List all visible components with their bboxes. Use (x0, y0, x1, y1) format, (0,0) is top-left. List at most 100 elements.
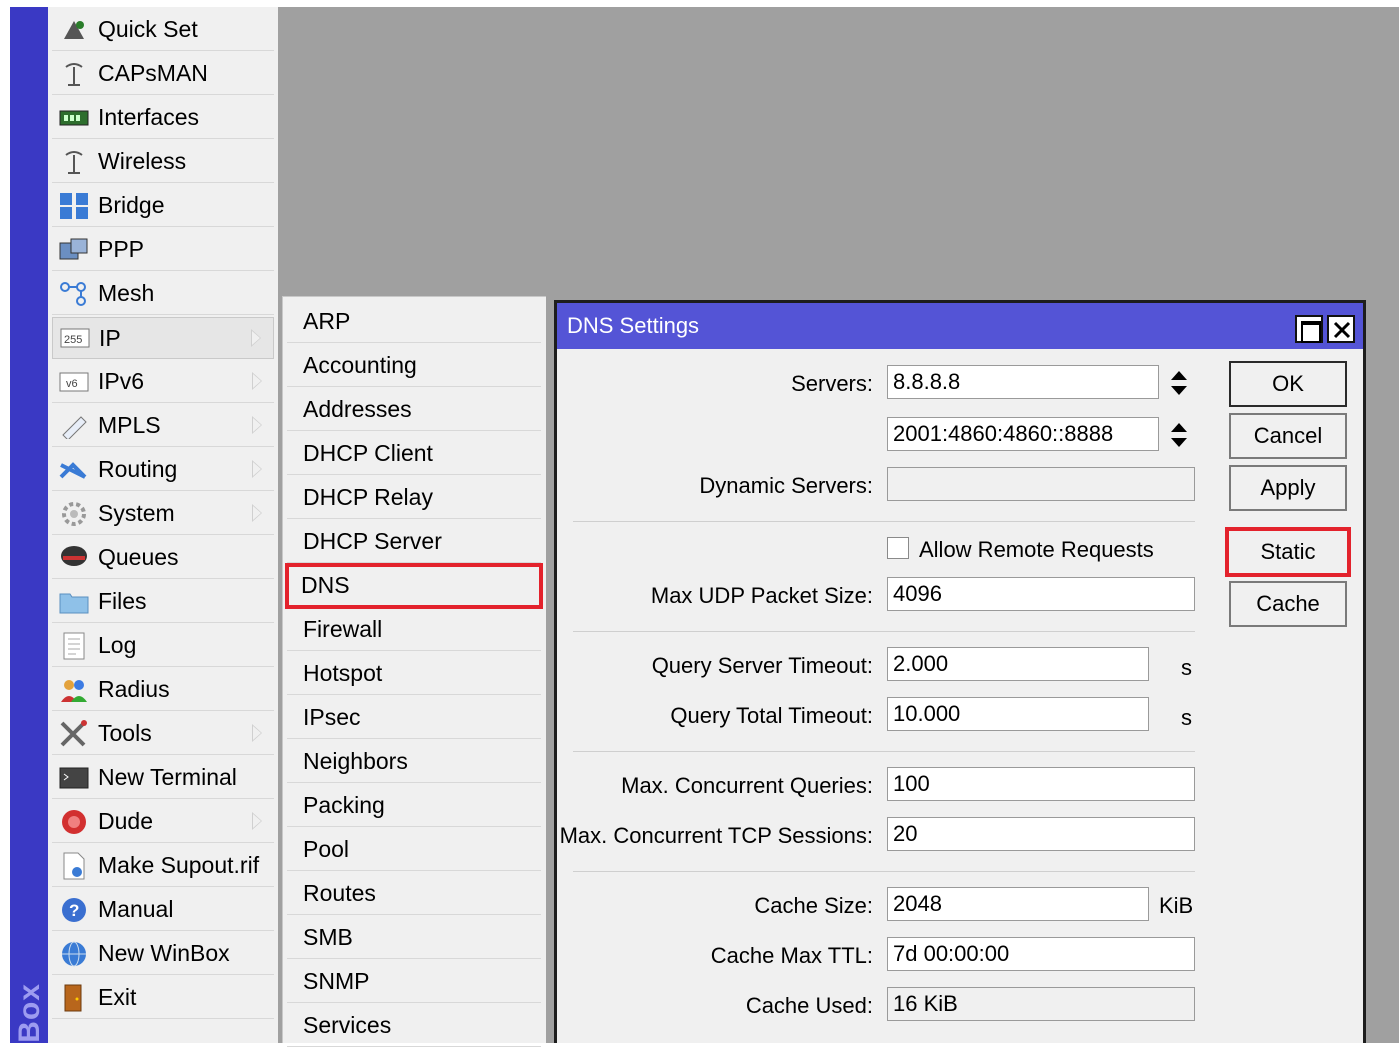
cache-used-label: Cache Used: (745, 993, 873, 1018)
cache-used-field: 16 KiB (887, 987, 1195, 1021)
close-icon[interactable] (1327, 315, 1355, 343)
exit-door-icon (58, 984, 90, 1012)
query-total-timeout-input[interactable]: 10.000 (887, 697, 1149, 731)
menu-item-label: Radius (98, 676, 170, 702)
menu-item-make-supout[interactable]: Make Supout.rif (52, 845, 274, 887)
submenu-item-snmp[interactable]: SNMP (287, 961, 541, 1003)
query-server-timeout-label: Query Server Timeout: (651, 653, 873, 678)
server-2-spin-icon[interactable] (1169, 421, 1189, 449)
submenu-arrow-icon (252, 372, 262, 390)
ppp-icon (58, 236, 90, 264)
submenu-item-ipsec[interactable]: IPsec (287, 697, 541, 739)
max-concurrent-queries-input[interactable]: 100 (887, 767, 1195, 801)
submenu-item-neighbors[interactable]: Neighbors (287, 741, 541, 783)
menu-item-ppp[interactable]: PPP (52, 229, 274, 271)
menu-item-ipv6[interactable]: v6 IPv6 (52, 361, 274, 403)
menu-item-label: New WinBox (98, 940, 230, 966)
menu-item-bridge[interactable]: Bridge (52, 185, 274, 227)
allow-remote-requests-checkbox[interactable] (887, 537, 909, 559)
query-server-timeout-input[interactable]: 2.000 (887, 647, 1149, 681)
menu-item-capsman[interactable]: CAPsMAN (52, 53, 274, 95)
menu-item-mpls[interactable]: MPLS (52, 405, 274, 447)
menu-item-quick-set[interactable]: Quick Set (52, 9, 274, 51)
menu-item-tools[interactable]: Tools (52, 713, 274, 755)
dns-settings-dialog: DNS Settings Servers: 8.8.8.8 2001:4860:… (554, 300, 1366, 1043)
dynamic-servers-field (887, 467, 1195, 501)
winbox-side-bar (10, 7, 48, 1043)
submenu-item-firewall[interactable]: Firewall (287, 609, 541, 651)
menu-item-label: Mesh (98, 280, 155, 306)
menu-item-ip[interactable]: 255 IP (52, 317, 274, 359)
winbox-globe-icon (58, 940, 90, 968)
submenu-item-pool[interactable]: Pool (287, 829, 541, 871)
cache-max-ttl-input[interactable]: 7d 00:00:00 (887, 937, 1195, 971)
submenu-arrow-icon (252, 812, 262, 830)
submenu-item-dhcp-client[interactable]: DHCP Client (287, 433, 541, 475)
max-concurrent-tcp-sessions-input[interactable]: 20 (887, 817, 1195, 851)
apply-button[interactable]: Apply (1229, 465, 1347, 511)
submenu-item-dhcp-server[interactable]: DHCP Server (287, 521, 541, 563)
menu-item-queues[interactable]: Queues (52, 537, 274, 579)
svg-text:?: ? (69, 901, 79, 920)
bridge-icon (58, 192, 90, 220)
submenu-item-routes[interactable]: Routes (287, 873, 541, 915)
menu-item-system[interactable]: System (52, 493, 274, 535)
menu-item-routing[interactable]: Routing (52, 449, 274, 491)
mesh-icon (58, 280, 90, 308)
dialog-title-bar[interactable]: DNS Settings (557, 303, 1363, 349)
query-server-timeout-unit: s (1181, 655, 1192, 680)
submenu-item-packing[interactable]: Packing (287, 785, 541, 827)
server-2-input[interactable]: 2001:4860:4860::8888 (887, 417, 1159, 451)
submenu-arrow-icon (252, 416, 262, 434)
max-udp-packet-size-input[interactable]: 4096 (887, 577, 1195, 611)
separator (573, 871, 1195, 872)
submenu-item-services[interactable]: Services (287, 1005, 541, 1047)
menu-item-mesh[interactable]: Mesh (52, 273, 274, 315)
submenu-item-dhcp-relay[interactable]: DHCP Relay (287, 477, 541, 519)
menu-item-log[interactable]: Log (52, 625, 274, 667)
menu-item-files[interactable]: Files (52, 581, 274, 623)
submenu-item-smb[interactable]: SMB (287, 917, 541, 959)
ip-submenu: ARP Accounting Addresses DHCP Client DHC… (282, 296, 546, 1047)
menu-item-label: Bridge (98, 192, 165, 218)
menu-item-label: PPP (98, 236, 145, 262)
menu-item-wireless[interactable]: Wireless (52, 141, 274, 183)
submenu-item-hotspot[interactable]: Hotspot (287, 653, 541, 695)
log-icon (58, 632, 90, 660)
cache-button[interactable]: Cache (1229, 581, 1347, 627)
menu-item-label: IPv6 (98, 368, 145, 394)
static-button[interactable]: Static (1225, 527, 1351, 577)
menu-item-label: Exit (98, 984, 137, 1010)
submenu-item-accounting[interactable]: Accounting (287, 345, 541, 387)
allow-remote-requests-label[interactable]: Allow Remote Requests (919, 537, 1154, 563)
server-1-input[interactable]: 8.8.8.8 (887, 365, 1159, 399)
dialog-title: DNS Settings (567, 313, 700, 338)
menu-item-new-terminal[interactable]: New Terminal (52, 757, 274, 799)
menu-item-label: Manual (98, 896, 174, 922)
maximize-icon[interactable] (1295, 315, 1323, 343)
server-1-spin-icon[interactable] (1169, 369, 1189, 397)
menu-item-dude[interactable]: Dude (52, 801, 274, 843)
cache-size-input[interactable]: 2048 (887, 887, 1149, 921)
submenu-item-dns[interactable]: DNS (285, 563, 543, 609)
ip-icon: 255 (59, 324, 91, 352)
menu-item-radius[interactable]: Radius (52, 669, 274, 711)
ok-button[interactable]: OK (1229, 361, 1347, 407)
system-gear-icon (58, 500, 90, 528)
submenu-item-arp[interactable]: ARP (287, 301, 541, 343)
cancel-button[interactable]: Cancel (1229, 413, 1347, 459)
menu-item-label: Dude (98, 808, 153, 834)
menu-item-new-winbox[interactable]: New WinBox (52, 933, 274, 975)
terminal-icon (58, 764, 90, 792)
menu-item-exit[interactable]: Exit (52, 977, 274, 1019)
max-concurrent-tcp-sessions-label: Max. Concurrent TCP Sessions: (559, 823, 873, 848)
menu-item-manual[interactable]: ? Manual (52, 889, 274, 931)
servers-label: Servers: (791, 371, 873, 396)
quick-set-icon (58, 16, 90, 44)
supout-file-icon (58, 852, 90, 880)
submenu-item-addresses[interactable]: Addresses (287, 389, 541, 431)
cache-size-label: Cache Size: (754, 893, 873, 918)
menu-item-interfaces[interactable]: Interfaces (52, 97, 274, 139)
max-udp-packet-size-label: Max UDP Packet Size: (650, 583, 873, 608)
tools-icon (58, 719, 90, 748)
